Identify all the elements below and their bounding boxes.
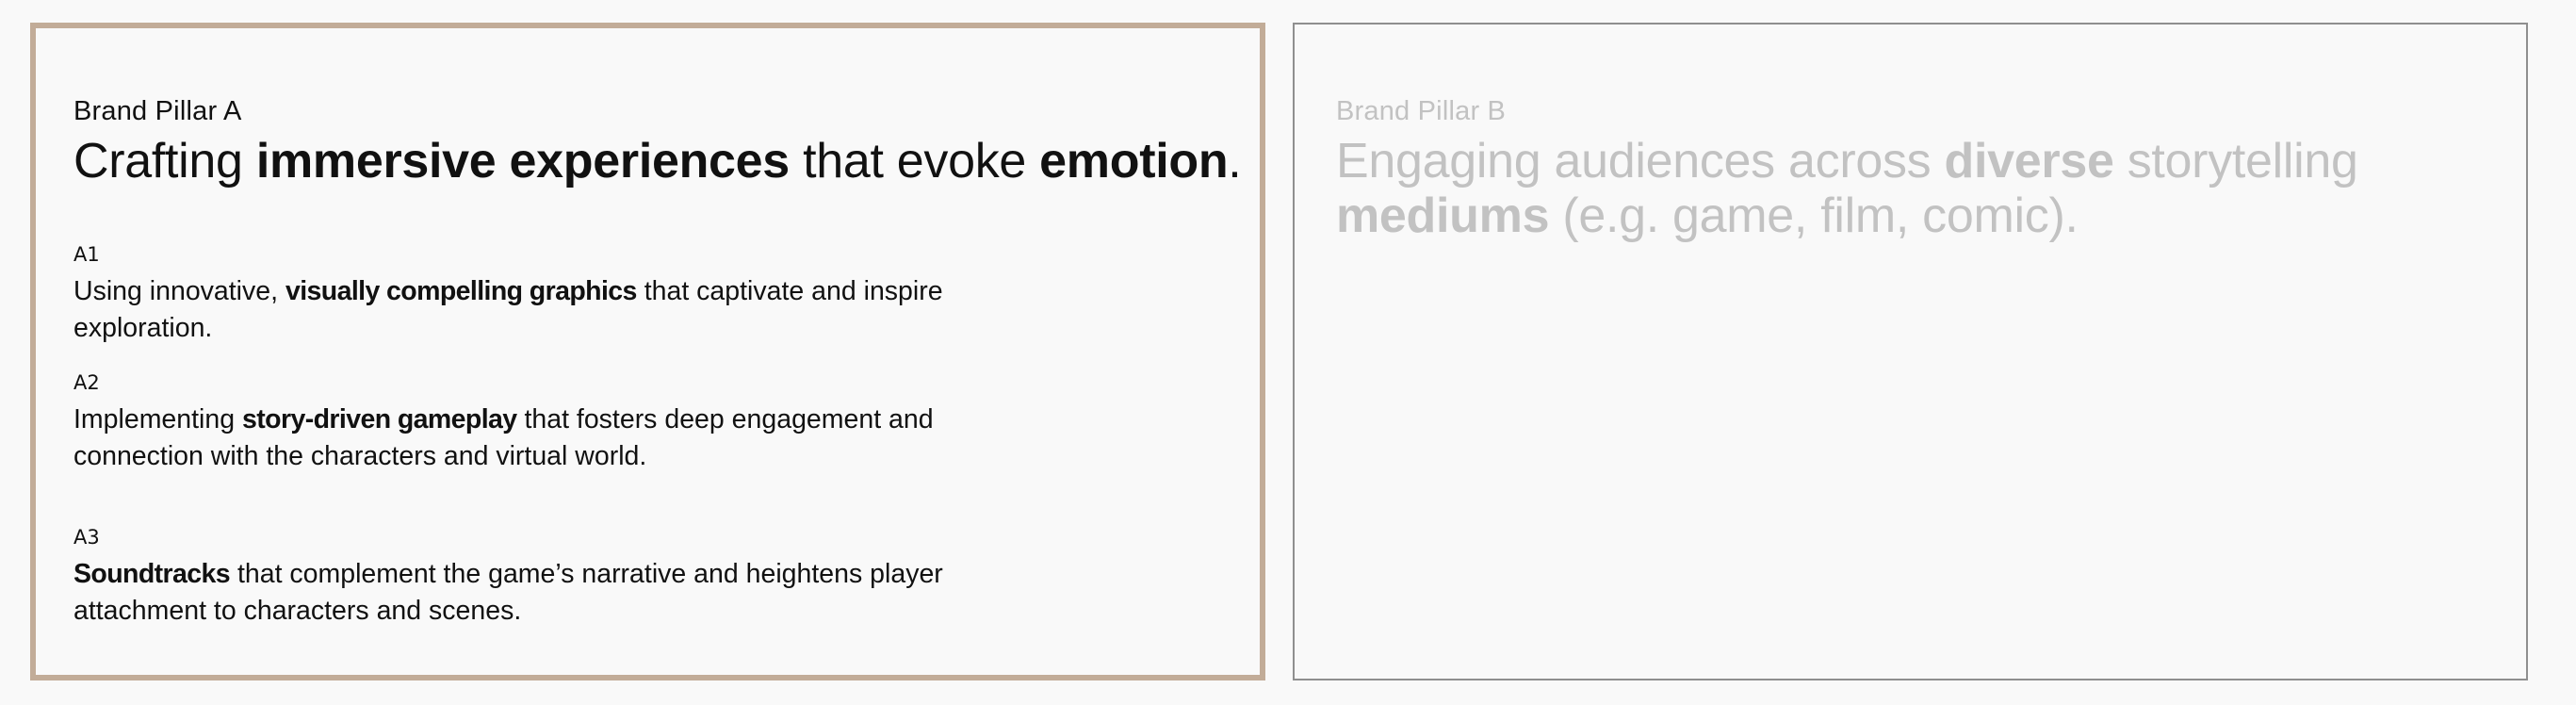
sub-pillar-a2: A2 Implementing story-driven gameplay th… [73,371,1053,475]
description-text: Implementing [73,404,243,434]
headline-text: that evoke [789,134,1040,189]
sub-pillar-code: A3 [73,526,100,549]
sub-pillar-description: Soundtracks that complement the game’s n… [73,556,997,630]
headline-emphasis: immersive experiences [255,134,790,189]
sub-pillar-description: Using innovative, visually compelling gr… [73,273,1053,347]
sub-pillar-description: Implementing story-driven gameplay that … [73,402,1053,475]
sub-pillar-a1: A1 Using innovative, visually compelling… [73,243,1053,347]
headline-emphasis: emotion [1039,134,1229,189]
sub-pillar-code: A1 [73,243,100,266]
headline-text: (e.g. game, film, comic). [1549,189,2079,243]
brand-pillar-b-card[interactable]: Brand Pillar B Engaging audiences across… [1293,23,2528,680]
headline-text: Crafting [73,134,256,189]
headline-emphasis: diverse [1944,134,2114,189]
pillar-a-headline: Crafting immersive experiences that evok… [73,134,1260,189]
sub-pillar-a3: A3 Soundtracks that complement the game’… [73,526,997,630]
pillar-b-headline: Engaging audiences across diverse storyt… [1336,134,2429,243]
description-text: Using innovative, [73,276,285,306]
description-emphasis: visually compelling graphics [285,276,637,306]
pillar-a-label: Brand Pillar A [73,96,242,126]
pillar-b-label: Brand Pillar B [1336,96,1507,126]
brand-pillar-a-card[interactable]: Brand Pillar A Crafting immersive experi… [30,23,1265,680]
headline-text: . [1228,134,1242,189]
headline-text: Engaging audiences across [1336,134,1945,189]
headline-emphasis: mediums [1336,189,1550,243]
description-emphasis: story-driven gameplay [242,404,517,434]
sub-pillar-code: A2 [73,371,100,394]
headline-text: storytelling [2113,134,2358,189]
description-emphasis: Soundtracks [73,559,231,589]
